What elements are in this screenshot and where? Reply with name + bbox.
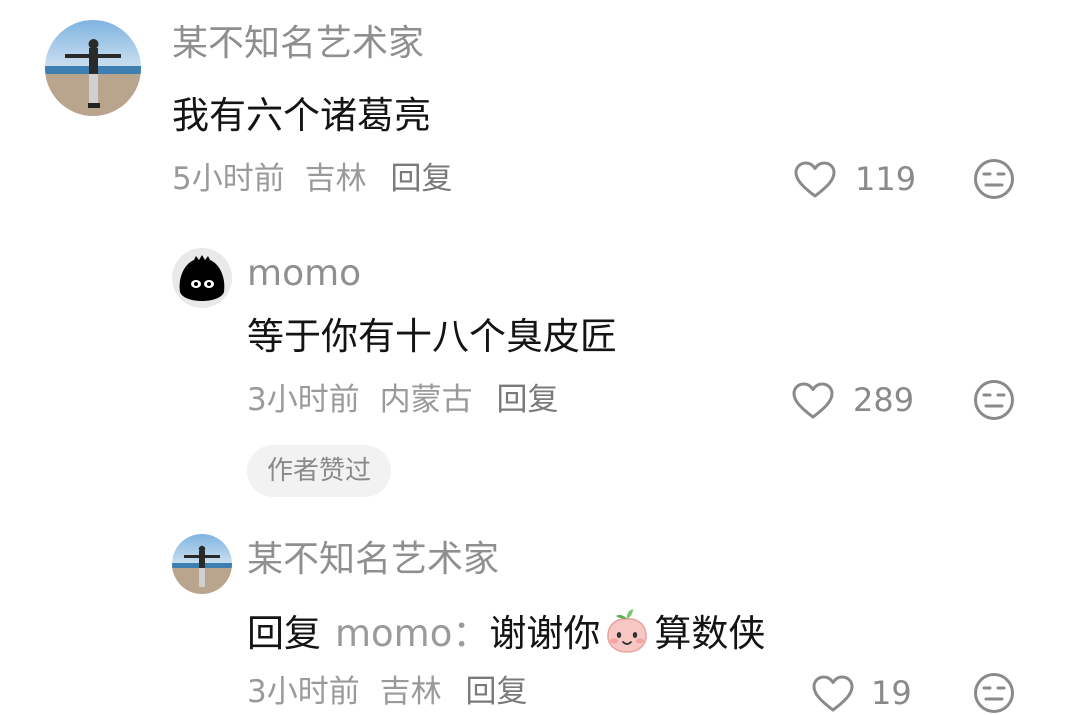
reply-item: momo 等于你有十八个臭皮匠 3小时前 内蒙古 回复 289 作者赞过: [0, 230, 1080, 510]
mention-username[interactable]: momo：: [335, 612, 489, 655]
comment-meta: 5小时前 吉林 回复: [172, 159, 452, 199]
neutral-face-icon[interactable]: [973, 672, 1015, 714]
comment-text: 回复 momo：谢谢你 算数侠: [247, 606, 765, 667]
username[interactable]: 某不知名艺术家: [172, 22, 424, 66]
heart-outline-icon: [792, 382, 834, 419]
comment-time: 5小时前: [172, 161, 285, 197]
comment-text-part: 谢谢你: [489, 612, 601, 655]
comment-text-part: 算数侠: [654, 612, 766, 655]
comment-location: 吉林: [379, 674, 442, 710]
like-button[interactable]: 19: [811, 671, 912, 715]
neutral-face-icon[interactable]: [973, 158, 1015, 200]
comment-meta: 3小时前 内蒙古 回复: [247, 380, 558, 420]
neutral-face-icon[interactable]: [973, 379, 1015, 421]
avatar[interactable]: [172, 248, 232, 308]
avatar[interactable]: [172, 534, 232, 594]
like-button[interactable]: 119: [793, 157, 917, 201]
heart-outline-icon: [812, 675, 854, 712]
like-count: 119: [855, 160, 917, 198]
username[interactable]: momo: [247, 252, 361, 296]
comment-location: 吉林: [304, 161, 367, 197]
author-liked-badge: 作者赞过: [247, 445, 392, 497]
comment-meta: 3小时前 吉林 回复: [247, 672, 527, 712]
comment-item: 某不知名艺术家 我有六个诸葛亮 5小时前 吉林 回复 119: [0, 0, 1080, 230]
reply-button[interactable]: 回复: [390, 161, 452, 197]
comment-location: 内蒙古: [379, 382, 473, 418]
avatar[interactable]: [45, 20, 141, 116]
like-count: 19: [871, 674, 912, 712]
reply-button[interactable]: 回复: [465, 674, 527, 710]
reply-item: 某不知名艺术家 回复 momo：谢谢你 算数侠 3小时前 吉林 回复 19: [0, 510, 1080, 713]
comment-text: 等于你有十八个臭皮匠: [247, 315, 617, 358]
username[interactable]: 某不知名艺术家: [247, 538, 499, 582]
comment-time: 3小时前: [247, 674, 360, 710]
like-button[interactable]: 289: [791, 378, 915, 422]
reply-prefix: 回复: [247, 612, 321, 655]
comment-time: 3小时前: [247, 382, 360, 418]
reply-button[interactable]: 回复: [496, 382, 558, 418]
peach-face-emoji: [602, 606, 652, 667]
heart-outline-icon: [794, 161, 836, 198]
comment-text: 我有六个诸葛亮: [172, 94, 431, 137]
like-count: 289: [853, 381, 915, 419]
